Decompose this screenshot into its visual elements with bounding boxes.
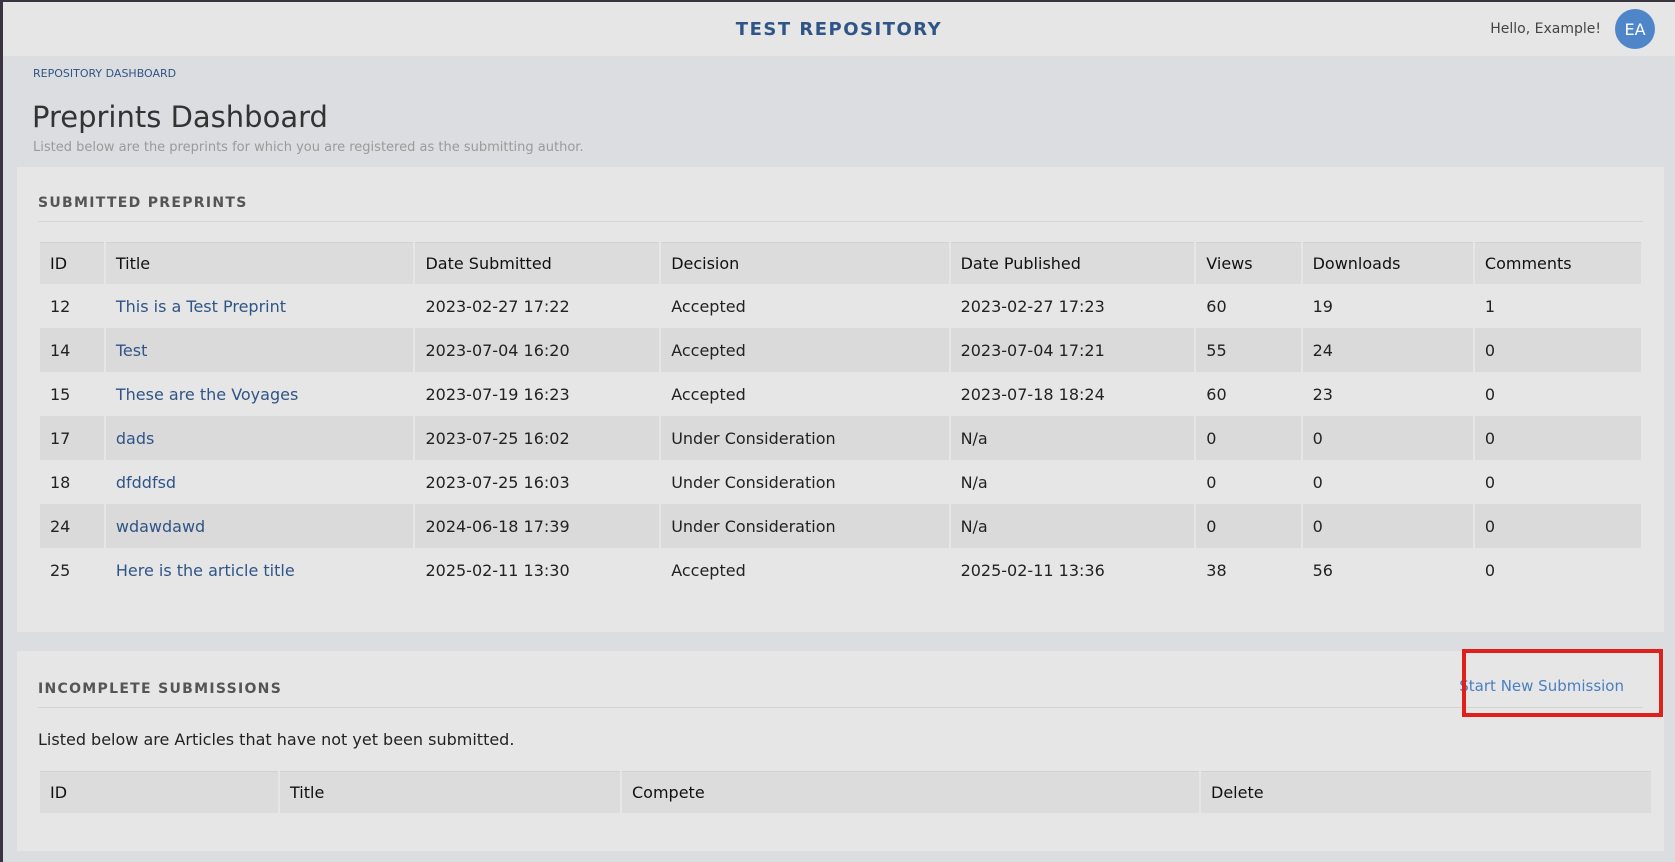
cell-views: 55 (1196, 328, 1301, 372)
cell-id: 15 (50, 384, 71, 404)
cell-downloads: 0 (1302, 416, 1473, 460)
page-subtitle: Listed below are the preprints for which… (33, 140, 584, 155)
table-row: 15 These are the Voyages 2023-07-19 16:2… (40, 372, 1641, 416)
cell-decision: Accepted (671, 560, 746, 580)
cell-comments: 0 (1484, 560, 1496, 580)
cell-decision: Under Consideration (661, 504, 949, 548)
table-row: 12 This is a Test Preprint 2023-02-27 17… (40, 284, 1641, 328)
cell-decision: Accepted (671, 384, 746, 404)
divider (38, 707, 1643, 708)
column-header-downloads: Downloads (1302, 242, 1473, 284)
column-header-date-published: Date Published (950, 242, 1195, 284)
cell-comments: 0 (1474, 328, 1641, 372)
submitted-preprints-heading: SUBMITTED PREPRINTS (38, 195, 248, 211)
incomplete-info-text: Listed below are Articles that have not … (38, 730, 515, 749)
avatar[interactable]: EA (1615, 9, 1655, 49)
preprint-title-link[interactable]: wdawdawd (116, 517, 205, 536)
incomplete-submissions-table: ID Title Compete Delete (38, 771, 1653, 813)
preprint-title-link[interactable]: This is a Test Preprint (116, 297, 286, 316)
column-header-title: Title (105, 242, 414, 284)
cell-date-published: N/a (950, 416, 1195, 460)
column-header-delete: Delete (1201, 771, 1651, 813)
table-header-row: ID Title Date Submitted Decision Date Pu… (40, 242, 1641, 284)
preprint-title-link[interactable]: These are the Voyages (116, 385, 298, 404)
cell-downloads: 23 (1312, 384, 1333, 404)
table-row: 25 Here is the article title 2025-02-11 … (40, 548, 1641, 592)
preprint-title-link[interactable]: Test (116, 341, 148, 360)
window-frame-left (0, 0, 3, 862)
column-header-id: ID (40, 771, 278, 813)
column-header-decision: Decision (661, 242, 949, 284)
column-header-compete: Compete (622, 771, 1199, 813)
top-bar: TEST REPOSITORY Hello, Example! EA (3, 2, 1675, 56)
cell-comments: 0 (1484, 472, 1496, 492)
cell-decision: Accepted (671, 296, 746, 316)
cell-comments: 0 (1474, 416, 1641, 460)
table-header-row: ID Title Compete Delete (40, 771, 1651, 813)
user-area: Hello, Example! EA (1490, 9, 1655, 49)
cell-date-published: N/a (950, 504, 1195, 548)
cell-downloads: 56 (1312, 560, 1333, 580)
user-greeting: Hello, Example! (1490, 21, 1601, 37)
cell-date-published: 2025-02-11 13:36 (960, 560, 1105, 580)
highlight-annotation-box (1462, 649, 1663, 717)
cell-date-submitted: 2023-07-04 16:20 (415, 328, 660, 372)
cell-date-submitted: 2023-07-25 16:03 (425, 472, 570, 492)
column-header-title: Title (280, 771, 620, 813)
preprint-title-link[interactable]: Here is the article title (116, 561, 295, 580)
cell-comments: 0 (1474, 504, 1641, 548)
table-row: 14 Test 2023-07-04 16:20 Accepted 2023-0… (40, 328, 1641, 372)
cell-comments: 0 (1484, 384, 1496, 404)
cell-date-submitted: 2025-02-11 13:30 (425, 560, 570, 580)
cell-views: 0 (1196, 504, 1301, 548)
cell-id: 18 (50, 472, 71, 492)
cell-id: 17 (40, 416, 104, 460)
cell-decision: Accepted (661, 328, 949, 372)
cell-date-published: 2023-07-04 17:21 (950, 328, 1195, 372)
column-header-comments: Comments (1474, 242, 1641, 284)
cell-downloads: 0 (1302, 504, 1473, 548)
cell-views: 0 (1206, 472, 1217, 492)
cell-date-submitted: 2024-06-18 17:39 (415, 504, 660, 548)
table-row: 17 dads 2023-07-25 16:02 Under Considera… (40, 416, 1641, 460)
cell-date-submitted: 2023-02-27 17:22 (425, 296, 570, 316)
incomplete-submissions-panel: INCOMPLETE SUBMISSIONS Start New Submiss… (17, 651, 1664, 851)
cell-date-submitted: 2023-07-25 16:02 (415, 416, 660, 460)
breadcrumb-repository-dashboard[interactable]: REPOSITORY DASHBOARD (33, 67, 176, 80)
site-title[interactable]: TEST REPOSITORY (736, 19, 942, 40)
column-header-id: ID (40, 242, 104, 284)
cell-decision: Under Consideration (671, 472, 836, 492)
cell-comments: 1 (1484, 296, 1496, 316)
cell-views: 60 (1206, 384, 1227, 404)
column-header-views: Views (1196, 242, 1301, 284)
cell-views: 60 (1206, 296, 1227, 316)
cell-views: 38 (1206, 560, 1227, 580)
cell-date-published: 2023-07-18 18:24 (960, 384, 1105, 404)
cell-downloads: 19 (1312, 296, 1333, 316)
cell-views: 0 (1196, 416, 1301, 460)
cell-id: 25 (50, 560, 71, 580)
table-row: 18 dfddfsd 2023-07-25 16:03 Under Consid… (40, 460, 1641, 504)
divider (38, 221, 1643, 222)
cell-decision: Under Consideration (661, 416, 949, 460)
preprint-title-link[interactable]: dfddfsd (116, 473, 176, 492)
cell-date-published: N/a (960, 472, 988, 492)
cell-id: 24 (40, 504, 104, 548)
submitted-preprints-table: ID Title Date Submitted Decision Date Pu… (38, 242, 1643, 592)
submitted-preprints-panel: SUBMITTED PREPRINTS ID Title Date Submit… (17, 167, 1664, 632)
page-title: Preprints Dashboard (32, 100, 328, 134)
column-header-date-submitted: Date Submitted (415, 242, 660, 284)
cell-id: 14 (40, 328, 104, 372)
cell-downloads: 0 (1312, 472, 1323, 492)
cell-id: 12 (50, 296, 71, 316)
table-row: 24 wdawdawd 2024-06-18 17:39 Under Consi… (40, 504, 1641, 548)
preprint-title-link[interactable]: dads (116, 429, 154, 448)
incomplete-submissions-heading: INCOMPLETE SUBMISSIONS (38, 681, 283, 697)
cell-date-published: 2023-02-27 17:23 (960, 296, 1105, 316)
cell-downloads: 24 (1302, 328, 1473, 372)
cell-date-submitted: 2023-07-19 16:23 (425, 384, 570, 404)
